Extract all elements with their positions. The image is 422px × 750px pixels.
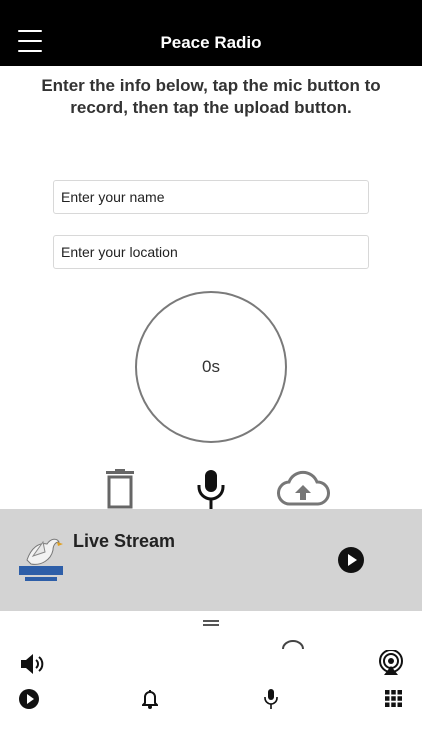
cloud-upload-icon[interactable] xyxy=(276,470,330,508)
peace-radio-logo xyxy=(17,534,65,584)
grid-icon[interactable] xyxy=(385,690,402,707)
drag-handle-icon[interactable] xyxy=(203,620,219,626)
play-icon[interactable] xyxy=(19,689,39,709)
trash-icon[interactable] xyxy=(104,469,136,509)
record-timer-circle: 0s xyxy=(135,291,287,443)
stream-title: Live Stream xyxy=(73,531,176,551)
player-play-icon[interactable] xyxy=(338,547,364,573)
bell-icon[interactable] xyxy=(142,689,158,709)
location-input[interactable] xyxy=(53,235,369,269)
loading-arc-icon xyxy=(282,637,304,650)
page-title: Peace Radio xyxy=(160,33,262,52)
volume-icon[interactable] xyxy=(20,652,44,676)
instructions-text: Enter the info below, tap the mic button… xyxy=(41,76,381,117)
record-timer-value: 0s xyxy=(202,357,220,376)
app-header: Peace Radio xyxy=(0,0,422,66)
microphone-icon[interactable] xyxy=(194,469,228,511)
name-input[interactable] xyxy=(53,180,369,214)
microphone-icon[interactable] xyxy=(263,689,279,709)
airplay-icon[interactable] xyxy=(378,650,404,676)
